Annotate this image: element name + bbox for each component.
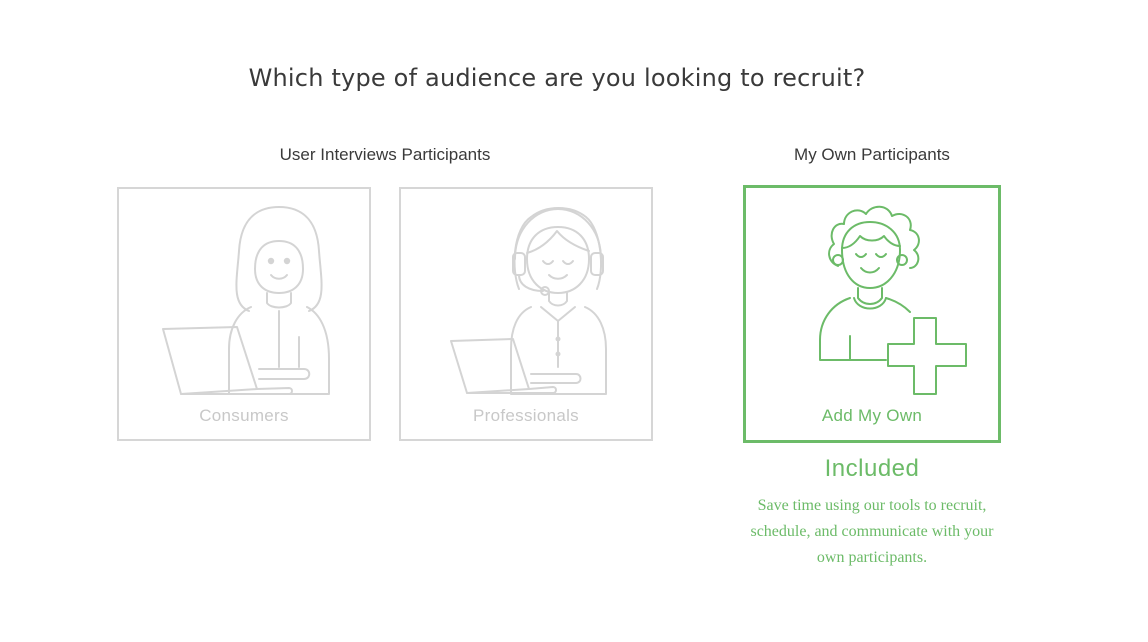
add-my-own-label: Add My Own [821, 406, 923, 425]
my-own-heading: My Own Participants [794, 145, 950, 164]
person-add-icon [819, 205, 967, 395]
consumers-label: Consumers [199, 406, 289, 425]
professionals-card[interactable]: Professionals [399, 187, 653, 441]
professionals-label: Professionals [473, 406, 579, 425]
included-description: Save time using our tools to recruit, sc… [750, 497, 994, 566]
included-label: Included [824, 455, 920, 482]
page-title: Which type of audience are you looking t… [248, 64, 866, 92]
professional-with-headset-icon [450, 207, 607, 395]
consumers-card[interactable]: Consumers [117, 187, 371, 441]
add-my-own-card[interactable]: Add My Own [743, 185, 1001, 443]
consumer-with-laptop-icon [162, 206, 330, 395]
user-interviews-heading: User Interviews Participants [279, 145, 491, 164]
